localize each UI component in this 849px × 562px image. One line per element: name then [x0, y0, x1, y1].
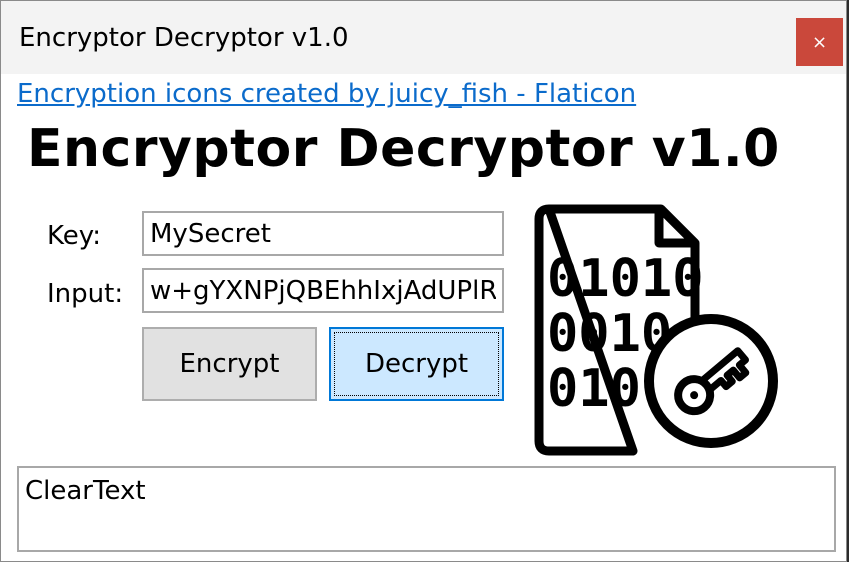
decrypt-button[interactable]: Decrypt [329, 327, 504, 401]
binary-row-3: 010 [547, 359, 641, 419]
close-button[interactable]: × [796, 18, 843, 66]
key-label: Key: [47, 221, 102, 251]
close-icon: × [811, 31, 828, 53]
encrypt-button[interactable]: Encrypt [142, 327, 317, 401]
decrypt-button-label: Decrypt [364, 349, 469, 379]
window-title: Encryptor Decryptor v1.0 [19, 23, 349, 53]
page-title: Encryptor Decryptor v1.0 [27, 119, 780, 179]
app-window: Encryptor Decryptor v1.0 × Encryption ic… [0, 0, 847, 562]
encrypt-button-label: Encrypt [179, 349, 280, 379]
input-field[interactable] [142, 268, 504, 313]
flaticon-credit-link[interactable]: Encryption icons created by juicy_fish -… [17, 79, 636, 109]
encryption-file-key-icon: 01010 0010 010 [521, 201, 786, 466]
title-bar[interactable]: Encryptor Decryptor v1.0 × [1, 1, 846, 74]
binary-row-1: 01010 [547, 249, 704, 309]
input-label: Input: [47, 279, 124, 309]
key-input[interactable] [142, 211, 504, 256]
output-textarea[interactable]: ClearText [17, 466, 836, 552]
